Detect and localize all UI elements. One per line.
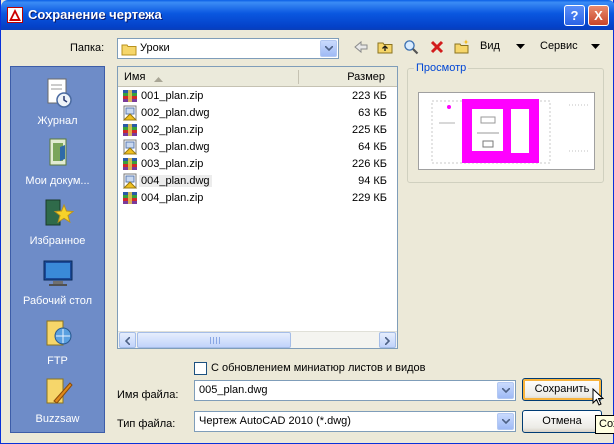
file-name: 003_plan.zip <box>141 158 204 170</box>
filename-input[interactable]: 005_plan.dwg <box>194 380 516 401</box>
folder-dropdown-button[interactable] <box>320 40 337 57</box>
file-name: 003_plan.dwg <box>141 141 210 153</box>
tools-menu[interactable]: Сервис <box>540 40 578 52</box>
file-row[interactable]: 004_plan.zip 229 КБ <box>118 190 397 207</box>
file-size: 229 КБ <box>351 192 387 204</box>
drawing-preview <box>418 92 595 170</box>
place-label: Избранное <box>29 235 86 247</box>
view-menu-label: Вид <box>480 40 500 52</box>
zip-archive-icon <box>122 156 138 172</box>
folder-select[interactable]: Уроки <box>117 38 339 59</box>
file-row[interactable]: 001_plan.zip 223 КБ <box>118 88 397 105</box>
update-thumbnails-label: С обновлением миниатюр листов и видов <box>211 362 426 374</box>
tools-menu-label: Сервис <box>540 40 578 52</box>
buzzsaw-icon <box>42 375 74 407</box>
view-menu[interactable]: Вид <box>480 40 500 52</box>
autocad-app-icon <box>7 7 23 23</box>
save-drawing-dialog: Сохранение чертежа ? X Папка: Уроки Вид … <box>0 0 614 444</box>
file-size: 225 КБ <box>351 124 387 136</box>
new-folder-icon[interactable] <box>452 37 472 57</box>
folder-label: Папка: <box>70 42 105 54</box>
window-title: Сохранение чертежа <box>28 7 162 22</box>
file-name: 001_plan.zip <box>141 90 204 102</box>
desktop-icon <box>42 257 74 289</box>
place-label: Рабочий стол <box>22 295 93 307</box>
dwg-file-icon <box>122 139 138 155</box>
dwg-file-icon <box>122 173 138 189</box>
column-separator[interactable] <box>298 70 299 84</box>
zip-archive-icon <box>122 190 138 206</box>
scroll-grip <box>210 337 220 344</box>
tooltip: Сохр <box>595 415 614 434</box>
file-rows: 001_plan.zip 223 КБ 002_plan.dwg 63 КБ 002_p… <box>118 88 397 207</box>
file-size: 63 КБ <box>358 107 387 119</box>
title-bar[interactable]: Сохранение чертежа ? X <box>1 0 614 30</box>
place-ftp[interactable]: FTP <box>11 315 104 375</box>
file-row[interactable]: 004_plan.dwg 94 КБ <box>118 173 397 190</box>
preview-group: Просмотр <box>407 62 604 183</box>
scroll-right-icon[interactable] <box>379 332 396 348</box>
filetype-value: Чертеж AutoCAD 2010 (*.dwg) <box>199 415 351 427</box>
file-row[interactable]: 002_plan.zip 225 КБ <box>118 122 397 139</box>
filename-value: 005_plan.dwg <box>199 384 268 396</box>
scroll-left-icon[interactable] <box>119 332 136 348</box>
file-row[interactable]: 003_plan.zip 226 КБ <box>118 156 397 173</box>
folder-icon <box>121 42 137 56</box>
history-icon <box>42 77 74 109</box>
ftp-icon <box>42 317 74 349</box>
place-desktop[interactable]: Рабочий стол <box>11 255 104 315</box>
folder-value: Уроки <box>140 42 170 54</box>
favorites-icon <box>42 197 75 229</box>
file-row[interactable]: 002_plan.dwg 63 КБ <box>118 105 397 122</box>
file-name: 004_plan.dwg <box>139 175 212 187</box>
zip-archive-icon <box>122 122 138 138</box>
view-menu-arrow-icon[interactable] <box>516 40 525 52</box>
horizontal-scrollbar[interactable] <box>118 331 397 348</box>
file-row[interactable]: 003_plan.dwg 64 КБ <box>118 139 397 156</box>
filename-label: Имя файла: <box>117 389 179 401</box>
places-bar: Журнал Мои докум... Избранное Рабочий ст… <box>10 66 105 433</box>
column-header-name[interactable]: Имя <box>124 71 145 83</box>
filename-dropdown-button[interactable] <box>497 382 514 399</box>
delete-icon[interactable] <box>427 37 447 57</box>
tools-menu-arrow-icon[interactable] <box>591 40 600 52</box>
up-folder-icon[interactable] <box>375 37 395 57</box>
file-size: 223 КБ <box>351 90 387 102</box>
preview-label: Просмотр <box>414 62 469 74</box>
file-name: 002_plan.zip <box>141 124 204 136</box>
cancel-button[interactable]: Отмена <box>522 410 602 433</box>
file-list-header: Имя Размер <box>118 67 397 87</box>
scroll-thumb[interactable] <box>137 332 291 348</box>
place-label: Журнал <box>37 115 78 127</box>
file-size: 94 КБ <box>358 175 387 187</box>
place-favorites[interactable]: Избранное <box>11 195 104 255</box>
file-list[interactable]: Имя Размер 001_plan.zip 223 КБ 002_plan.dw… <box>117 66 398 349</box>
filetype-select[interactable]: Чертеж AutoCAD 2010 (*.dwg) <box>194 411 516 432</box>
save-button[interactable]: Сохранить <box>522 378 602 401</box>
zip-archive-icon <box>122 88 138 104</box>
file-name: 004_plan.zip <box>141 192 204 204</box>
column-header-size[interactable]: Размер <box>347 71 385 83</box>
filetype-dropdown-button[interactable] <box>497 413 514 430</box>
my-documents-icon <box>42 137 74 169</box>
filetype-label: Тип файла: <box>117 418 176 430</box>
file-size: 226 КБ <box>351 158 387 170</box>
place-label: Buzzsaw <box>35 413 80 425</box>
back-icon[interactable] <box>351 37 371 57</box>
place-label: FTP <box>47 355 68 367</box>
place-label: Мои докум... <box>25 175 90 187</box>
close-button[interactable]: X <box>588 5 609 26</box>
dwg-file-icon <box>122 105 138 121</box>
search-web-icon[interactable] <box>401 37 421 57</box>
place-buzzsaw[interactable]: Buzzsaw <box>11 373 104 433</box>
mouse-cursor-icon <box>592 387 605 410</box>
file-size: 64 КБ <box>358 141 387 153</box>
help-button[interactable]: ? <box>564 5 585 26</box>
file-name: 002_plan.dwg <box>141 107 210 119</box>
place-history[interactable]: Журнал <box>11 75 104 135</box>
update-thumbnails-checkbox[interactable] <box>194 362 207 375</box>
place-my-documents[interactable]: Мои докум... <box>11 135 104 195</box>
sort-ascending-icon <box>154 73 163 85</box>
